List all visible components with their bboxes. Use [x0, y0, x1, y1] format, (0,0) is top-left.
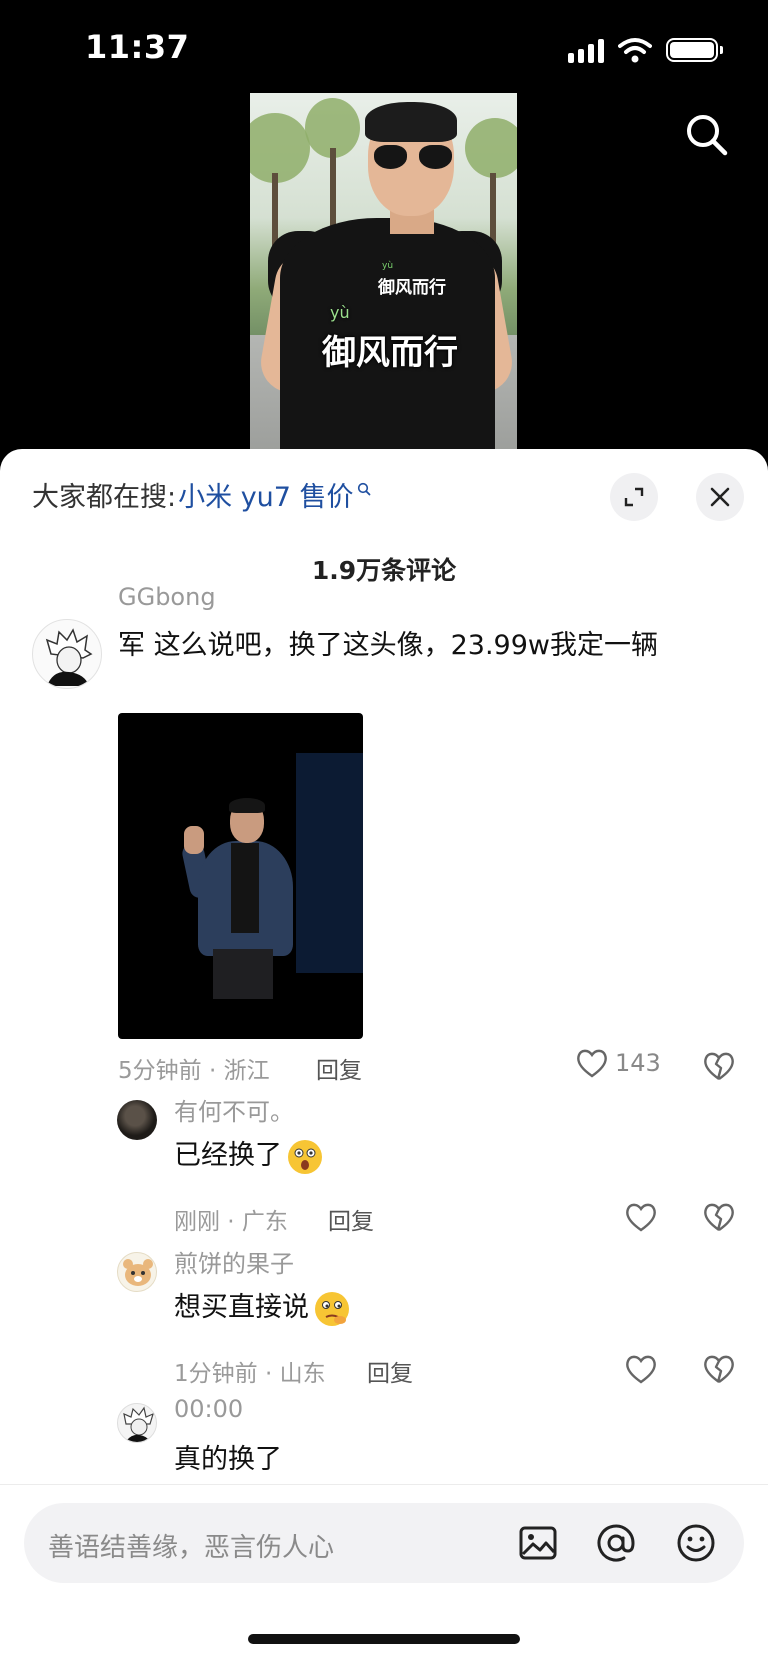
reply-meta: 1分钟前 · 山东 — [174, 1361, 326, 1387]
home-indicator — [248, 1634, 520, 1644]
reply-text: 真的换了 — [174, 1444, 282, 1475]
expand-icon — [624, 487, 644, 507]
expand-button[interactable] — [610, 473, 658, 521]
cartoon-animal-icon — [123, 1259, 153, 1286]
close-button[interactable] — [696, 473, 744, 521]
hot-search-bar[interactable]: 大家都在搜: 小米 yu7 售价 — [32, 475, 371, 514]
at-icon[interactable] — [594, 1521, 638, 1565]
wifi-icon — [618, 38, 652, 63]
avatar-illustration-icon — [123, 1406, 154, 1442]
thinking-emoji-icon — [315, 1291, 349, 1326]
comment-text: 军 这么说吧，换了这头像，23.99w我定一辆 — [118, 630, 658, 661]
status-time: 11:37 — [85, 28, 190, 66]
reply-button[interactable]: 回复 — [367, 1354, 413, 1388]
reply-meta: 刚刚 · 广东 — [174, 1209, 288, 1235]
caption-pinyin: yù — [330, 303, 350, 322]
reply-username[interactable]: 00:00 — [174, 1395, 243, 1423]
avatar[interactable] — [117, 1403, 157, 1443]
video-caption: 御风而行 — [322, 333, 458, 373]
close-icon — [710, 487, 730, 507]
battery-icon — [666, 38, 723, 62]
avatar[interactable] — [117, 1252, 157, 1292]
reply-button[interactable]: 回复 — [328, 1202, 374, 1236]
comment-meta: 5分钟前 · 浙江 — [118, 1058, 270, 1084]
heart-icon[interactable] — [624, 1200, 658, 1234]
video-player[interactable]: yù 御风而行 yù 御风而行 — [250, 93, 517, 450]
reply-username[interactable]: 煎饼的果子 — [174, 1244, 294, 1279]
heart-icon[interactable] — [624, 1352, 658, 1386]
emoji-icon[interactable] — [674, 1521, 718, 1565]
like-count: 143 — [615, 1049, 661, 1077]
avatar-illustration-icon — [45, 628, 93, 686]
broken-heart-icon[interactable] — [702, 1352, 736, 1386]
search-icon[interactable] — [682, 110, 732, 160]
reply-text-content: 已经换了 — [174, 1140, 282, 1171]
comment-input-bar: 善语结善缘，恶言伤人心 — [0, 1484, 768, 1663]
avatar[interactable] — [32, 619, 102, 689]
comments-sheet: 大家都在搜: 小米 yu7 售价 1.9万条评论 GGbong 军 这么说吧，换… — [0, 449, 768, 1663]
avatar[interactable] — [117, 1100, 157, 1140]
reply-text-content: 想买直接说 — [174, 1292, 309, 1323]
search-icon — [357, 482, 370, 495]
broken-heart-icon[interactable] — [702, 1200, 736, 1234]
hot-search-keyword[interactable]: 小米 yu7 售价 — [178, 475, 353, 514]
comment-image[interactable] — [118, 713, 363, 1039]
status-bar: 11:37 — [0, 0, 768, 90]
shocked-emoji-icon — [288, 1139, 322, 1174]
image-icon[interactable] — [516, 1521, 560, 1565]
shirt-text: 御风而行 — [378, 278, 446, 298]
reply-text: 想买直接说 — [174, 1285, 351, 1328]
shirt-pinyin: yù — [382, 261, 394, 271]
comment-count: 1.9万条评论 — [311, 556, 457, 585]
broken-heart-icon[interactable] — [702, 1049, 736, 1083]
like-button[interactable]: 143 — [575, 1047, 661, 1079]
hot-search-prefix: 大家都在搜: — [32, 482, 177, 513]
heart-icon — [577, 1049, 607, 1078]
status-indicators — [568, 34, 723, 66]
reply-button[interactable]: 回复 — [316, 1051, 362, 1085]
reply-text: 已经换了 — [174, 1133, 324, 1176]
signal-icon — [568, 37, 604, 63]
comment-input[interactable]: 善语结善缘，恶言伤人心 — [24, 1503, 744, 1583]
reply-username[interactable]: 有何不可。 — [174, 1092, 294, 1127]
comment-username[interactable]: GGbong — [118, 583, 216, 611]
input-placeholder: 善语结善缘，恶言伤人心 — [48, 1533, 335, 1563]
